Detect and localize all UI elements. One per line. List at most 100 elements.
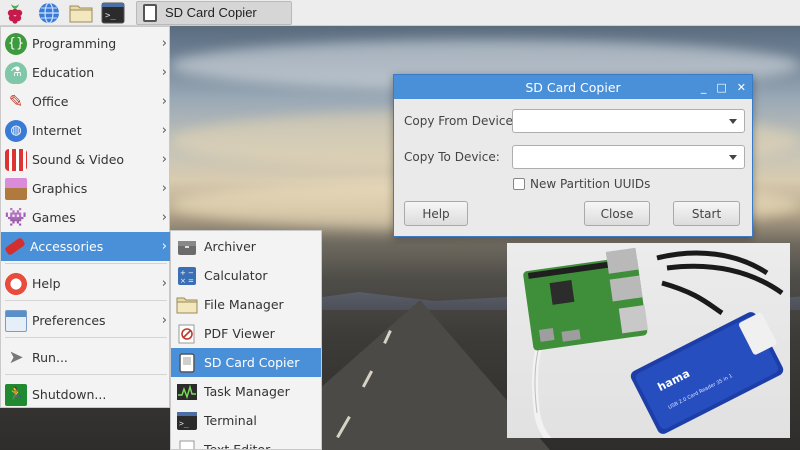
dialog-titlebar[interactable]: SD Card Copier _ □ ✕	[394, 75, 752, 99]
graphics-icon	[5, 177, 27, 200]
svg-text:>_: >_	[179, 419, 189, 428]
menu-item-office[interactable]: ✎ Office ›	[1, 87, 171, 116]
copy-to-device-select[interactable]	[512, 145, 745, 169]
taskbar-button-label: SD Card Copier	[165, 5, 257, 20]
menu-item-label: Preferences	[32, 313, 106, 328]
menu-item-label: Graphics	[32, 181, 88, 196]
chevron-right-icon: ›	[161, 313, 167, 328]
application-menu: {} Programming › ⚗ Education › ✎ Office …	[0, 26, 171, 409]
programming-icon: {}	[5, 32, 27, 55]
sd-card-copier-icon	[176, 352, 198, 374]
submenu-item-task-manager[interactable]: Task Manager	[171, 377, 321, 406]
menu-item-programming[interactable]: {} Programming ›	[1, 29, 171, 58]
submenu-item-label: PDF Viewer	[204, 326, 275, 341]
archiver-icon	[176, 236, 198, 258]
games-icon: 👾	[4, 207, 28, 228]
raspberry-pi-card-reader-photo: hama USB 2.0 Card Reader 35 in 1	[507, 243, 790, 438]
menu-item-label: Accessories	[30, 239, 104, 254]
submenu-item-label: Calculator	[204, 268, 268, 283]
chevron-right-icon: ›	[161, 123, 167, 138]
menu-item-label: Office	[32, 94, 69, 109]
close-button[interactable]: Close	[584, 201, 650, 226]
chevron-right-icon: ›	[161, 65, 167, 80]
chevron-right-icon: ›	[161, 210, 167, 225]
menu-item-run[interactable]: ➤ Run...	[1, 343, 171, 372]
menu-item-preferences[interactable]: Preferences ›	[1, 306, 171, 335]
submenu-item-file-manager[interactable]: File Manager	[171, 290, 321, 319]
terminal-icon: >_	[176, 410, 198, 432]
svg-text:−: −	[188, 269, 194, 277]
chevron-right-icon: ›	[161, 181, 167, 196]
submenu-item-archiver[interactable]: Archiver	[171, 232, 321, 261]
calculator-icon: + − × =	[176, 265, 198, 287]
new-partition-uuids-checkbox[interactable]	[513, 178, 525, 190]
sd-card-copier-icon	[143, 3, 157, 22]
svg-text:+: +	[180, 269, 186, 277]
submenu-item-label: SD Card Copier	[204, 355, 300, 370]
run-icon: ➤	[8, 347, 24, 368]
raspberry-icon[interactable]	[0, 0, 30, 26]
menu-item-label: Run...	[32, 350, 68, 365]
web-browser-icon[interactable]	[36, 0, 62, 26]
maximize-icon[interactable]: □	[716, 81, 726, 94]
menu-item-sound-video[interactable]: Sound & Video ›	[1, 145, 171, 174]
submenu-item-calculator[interactable]: + − × = Calculator	[171, 261, 321, 290]
new-partition-uuids-option[interactable]: New Partition UUIDs	[513, 177, 650, 191]
chevron-down-icon	[729, 119, 737, 124]
file-manager-icon[interactable]	[68, 0, 94, 26]
preferences-icon	[5, 309, 27, 332]
chevron-right-icon: ›	[161, 239, 167, 254]
copy-to-label: Copy To Device:	[404, 150, 500, 164]
copy-from-label: Copy From Device:	[404, 114, 517, 128]
menu-item-shutdown[interactable]: 🏃 Shutdown...	[1, 380, 171, 409]
menu-item-games[interactable]: 👾 Games ›	[1, 203, 171, 232]
menu-item-label: Games	[32, 210, 76, 225]
menu-separator	[5, 337, 167, 338]
svg-text:×: ×	[180, 277, 186, 285]
chevron-down-icon	[729, 155, 737, 160]
menu-item-accessories[interactable]: Accessories ›	[1, 232, 171, 261]
menu-item-label: Education	[32, 65, 95, 80]
close-icon[interactable]: ✕	[737, 81, 746, 94]
menu-separator	[5, 374, 167, 375]
accessories-icon	[4, 237, 26, 256]
copy-from-device-select[interactable]	[512, 109, 745, 133]
taskbar-button-sd-card-copier[interactable]: SD Card Copier	[136, 0, 292, 25]
accessories-submenu: Archiver + − × = Calculator File Manager PD…	[170, 230, 322, 450]
submenu-item-label: Text Editor	[204, 442, 271, 450]
dialog-title: SD Card Copier	[525, 79, 621, 95]
menu-item-label: Sound & Video	[32, 152, 125, 167]
file-manager-icon	[176, 294, 198, 316]
menu-item-graphics[interactable]: Graphics ›	[1, 174, 171, 203]
submenu-item-terminal[interactable]: >_ Terminal	[171, 406, 321, 435]
help-button[interactable]: Help	[404, 201, 468, 226]
submenu-item-label: Task Manager	[204, 384, 290, 399]
internet-icon: ◍	[5, 119, 27, 142]
pdf-viewer-icon	[176, 323, 198, 345]
svg-text:>_: >_	[105, 11, 116, 21]
start-button[interactable]: Start	[673, 201, 740, 226]
menu-item-label: Help	[32, 276, 61, 291]
menu-item-label: Programming	[32, 36, 117, 51]
new-partition-uuids-label: New Partition UUIDs	[530, 177, 651, 191]
office-icon: ✎	[8, 91, 24, 112]
terminal-icon[interactable]: >_	[100, 0, 126, 26]
menu-item-label: Internet	[32, 123, 82, 138]
text-editor-icon	[176, 439, 198, 449]
menu-separator	[5, 263, 167, 264]
submenu-item-sd-card-copier[interactable]: SD Card Copier	[171, 348, 321, 377]
svg-text:=: =	[188, 277, 194, 285]
submenu-item-pdf-viewer[interactable]: PDF Viewer	[171, 319, 321, 348]
submenu-item-text-editor[interactable]: Text Editor	[171, 435, 321, 450]
menu-item-education[interactable]: ⚗ Education ›	[1, 58, 171, 87]
chevron-right-icon: ›	[161, 276, 167, 291]
sd-card-copier-dialog: SD Card Copier _ □ ✕ Copy From Device: C…	[393, 74, 753, 237]
menu-item-label: Shutdown...	[32, 387, 107, 402]
sound-video-icon	[5, 148, 27, 171]
chevron-right-icon: ›	[161, 36, 167, 51]
menu-item-help[interactable]: Help ›	[1, 269, 171, 298]
top-panel: >_ SD Card Copier	[0, 0, 800, 26]
help-icon	[5, 272, 27, 295]
menu-item-internet[interactable]: ◍ Internet ›	[1, 116, 171, 145]
minimize-icon[interactable]: _	[701, 81, 707, 94]
